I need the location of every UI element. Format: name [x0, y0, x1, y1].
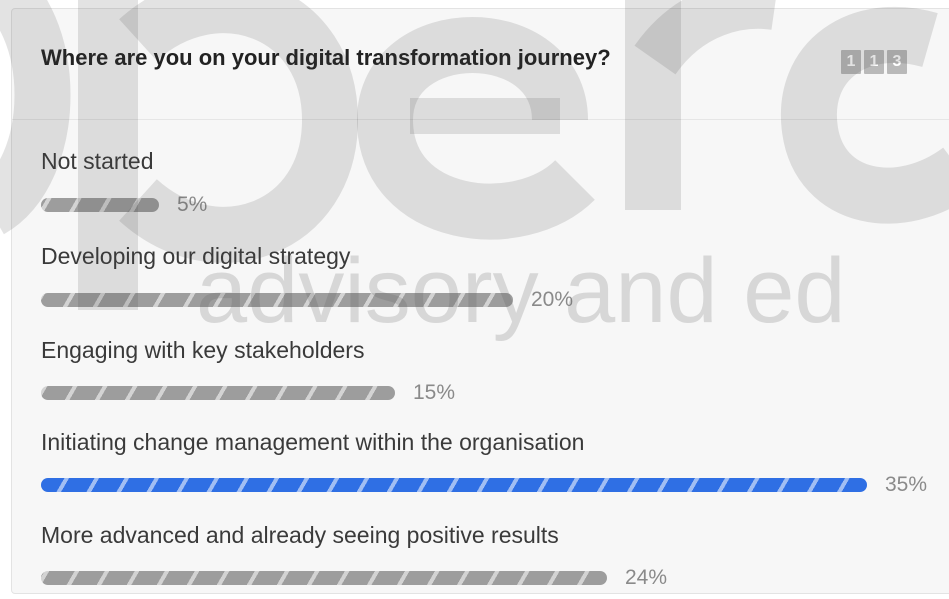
poll-question: Where are you on your digital transforma…: [41, 45, 611, 70]
poll-percent-label: 35%: [885, 473, 928, 496]
poll-percent-label: 15%: [413, 381, 456, 404]
poll-option[interactable]: Developing our digital strategy 20%: [41, 242, 573, 311]
poll-option[interactable]: More advanced and already seeing positiv…: [41, 521, 667, 589]
poll-header: Where are you on your digital transforma…: [12, 9, 949, 120]
poll-option-label: Developing our digital strategy: [41, 243, 351, 269]
poll-option[interactable]: Not started 5%: [41, 147, 207, 216]
poll-result-bar: [41, 478, 867, 492]
vote-digit: 3: [887, 50, 907, 74]
poll-option[interactable]: Engaging with key stakeholders 15%: [41, 336, 455, 404]
poll-option-label: More advanced and already seeing positiv…: [41, 522, 559, 548]
poll-card: Where are you on your digital transforma…: [11, 8, 949, 594]
poll-percent-label: 24%: [625, 566, 668, 589]
poll-percent-label: 20%: [531, 288, 574, 311]
poll-option-label: Initiating change management within the …: [41, 429, 585, 455]
poll-result-bar: [41, 198, 159, 212]
vote-digit: 1: [864, 50, 884, 74]
poll-option-label: Engaging with key stakeholders: [41, 337, 365, 363]
poll-result-bar: [41, 293, 513, 307]
poll-result-bar: [41, 386, 395, 400]
vote-counter: 1 1 3: [841, 50, 907, 74]
poll-option[interactable]: Initiating change management within the …: [41, 428, 927, 496]
poll-percent-label: 5%: [177, 193, 208, 216]
poll-screen: Where are you on your digital transforma…: [0, 0, 949, 599]
poll-option-label: Not started: [41, 148, 154, 174]
vote-digit: 1: [841, 50, 861, 74]
poll-result-bar: [41, 571, 607, 585]
